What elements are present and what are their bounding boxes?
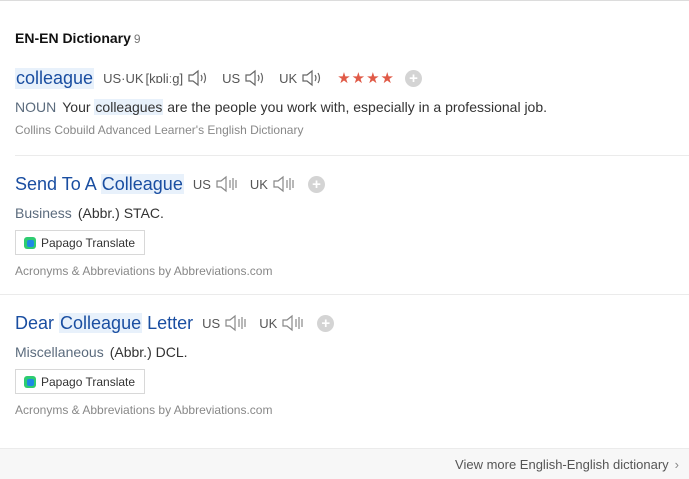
divider xyxy=(0,294,689,295)
entry-head: Dear Colleague Letter US UK + xyxy=(15,311,689,335)
def-highlight: colleagues xyxy=(94,99,164,115)
speaker-icon[interactable] xyxy=(272,174,298,194)
chevron-right-icon: › xyxy=(674,457,679,472)
us-label: US xyxy=(202,315,221,331)
title-before: Dear xyxy=(15,312,55,333)
definition: NOUN Your colleagues are the people you w… xyxy=(15,99,689,115)
speaker-icon[interactable] xyxy=(281,313,307,333)
papago-translate-button[interactable]: Papago Translate xyxy=(15,369,146,394)
top-border xyxy=(0,0,689,1)
papago-logo-icon xyxy=(24,375,36,388)
plus-icon[interactable]: + xyxy=(317,314,335,332)
entry-send-to-a-colleague: Send To A Colleague US UK + Business (Abb… xyxy=(15,172,689,278)
papago-logo-icon xyxy=(24,236,36,249)
entry-title-link[interactable]: Dear Colleague Letter xyxy=(15,312,194,334)
papago-label: Papago Translate xyxy=(41,374,136,389)
rating-stars: ★★★★ xyxy=(337,70,396,87)
speaker-icon[interactable] xyxy=(244,68,270,88)
source-link[interactable]: Acronyms & Abbreviations by Abbreviation… xyxy=(15,264,689,278)
speaker-icon[interactable] xyxy=(224,313,250,333)
uk-label: UK xyxy=(249,176,268,192)
pron-us-uk-label: US·UK xyxy=(103,70,144,86)
def-before: Your xyxy=(62,99,91,115)
papago-translate-button[interactable]: Papago Translate xyxy=(15,230,146,255)
uk-label: UK xyxy=(259,315,278,331)
divider xyxy=(15,155,689,156)
speaker-icon[interactable] xyxy=(301,68,327,88)
abbreviation: (Abbr.) DCL. xyxy=(109,344,188,360)
section-count: 9 xyxy=(133,32,141,46)
category: Business xyxy=(15,205,72,221)
title-highlight: Colleague xyxy=(59,312,143,333)
category: Miscellaneous xyxy=(15,344,104,360)
entry-title-link[interactable]: Send To A Colleague xyxy=(15,173,184,195)
source-link[interactable]: Collins Cobuild Advanced Learner's Engli… xyxy=(15,123,689,137)
entry-colleague: colleague US·UK [kɒliːg] US UK ★★★★ + NO… xyxy=(15,66,689,137)
entry-head: Send To A Colleague US UK + xyxy=(15,172,689,196)
speaker-icon[interactable] xyxy=(187,68,213,88)
entry-dear-colleague-letter: Dear Colleague Letter US UK + Miscellane… xyxy=(15,311,689,417)
def-after: are the people you work with, especially… xyxy=(167,99,548,115)
uk-label: UK xyxy=(279,70,298,86)
papago-label: Papago Translate xyxy=(41,235,136,250)
part-of-speech: NOUN xyxy=(15,99,57,115)
abbreviation: (Abbr.) STAC. xyxy=(77,205,164,221)
pronunciation-text: [kɒliːg] xyxy=(145,70,184,86)
title-before: Send To A xyxy=(15,173,96,194)
headword-link[interactable]: colleague xyxy=(15,67,95,89)
section-title-text: EN-EN Dictionary xyxy=(15,30,131,46)
entry-head: colleague US·UK [kɒliːg] US UK ★★★★ + xyxy=(15,66,689,90)
title-after: Letter xyxy=(147,312,194,333)
speaker-icon[interactable] xyxy=(215,174,241,194)
definition: Miscellaneous (Abbr.) DCL. xyxy=(15,344,689,360)
view-more-link[interactable]: View more English-English dictionary › xyxy=(455,457,679,472)
definition: Business (Abbr.) STAC. xyxy=(15,205,689,221)
us-label: US xyxy=(192,176,211,192)
section-title: EN-EN Dictionary 9 xyxy=(15,30,141,46)
footer-bar: View more English-English dictionary › xyxy=(0,448,689,479)
plus-icon[interactable]: + xyxy=(307,175,325,193)
us-label: US xyxy=(222,70,241,86)
title-highlight: Colleague xyxy=(100,173,184,194)
view-more-label: View more English-English dictionary xyxy=(455,457,669,472)
plus-icon[interactable]: + xyxy=(405,69,423,87)
source-link[interactable]: Acronyms & Abbreviations by Abbreviation… xyxy=(15,403,689,417)
